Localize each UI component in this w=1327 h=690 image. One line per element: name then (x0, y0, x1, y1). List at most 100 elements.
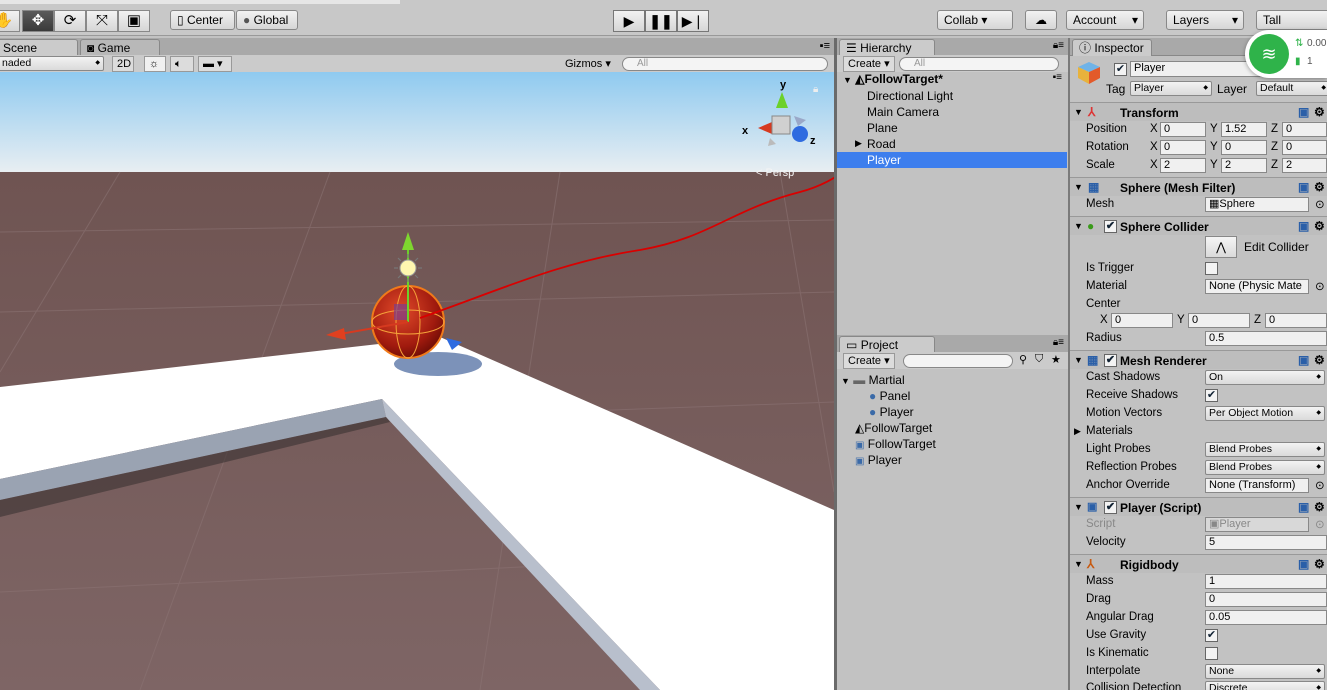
mesh-renderer-header[interactable]: ▼ ▦ ✔ Mesh Renderer ▣ ⚙ (1070, 350, 1327, 369)
cast-shadows-dropdown[interactable]: On (1205, 370, 1325, 385)
tag-dropdown[interactable]: Player (1130, 81, 1212, 96)
is-trigger-label: Is Trigger (1086, 262, 1134, 274)
favorite-icon[interactable]: ★ (1051, 353, 1061, 366)
radius-field[interactable]: 0.5 (1205, 331, 1327, 346)
object-picker-icon[interactable]: ⊙ (1315, 478, 1325, 492)
network-overlay[interactable]: ≋ ⇅ 0.00 ▮ 1 (1245, 30, 1327, 78)
motion-vectors-dropdown[interactable]: Per Object Motion (1205, 406, 1325, 421)
y-label: Y (1210, 123, 1218, 135)
layer-dropdown[interactable]: Default (1256, 81, 1327, 96)
transform-header[interactable]: ▼ ⅄ Transform ▣ ⚙ (1070, 102, 1327, 121)
hierarchy-item-player[interactable]: Player (867, 152, 901, 168)
anchor-override-field[interactable]: None (Transform) (1205, 478, 1309, 493)
tab-inspector[interactable]: ⓘ Inspector (1072, 39, 1152, 56)
light-probes-dropdown[interactable]: Blend Probes (1205, 442, 1325, 457)
use-gravity-checkbox[interactable]: ✔ (1205, 629, 1218, 642)
rotation-x-field[interactable]: 0 (1160, 140, 1206, 155)
object-picker-icon[interactable]: ⊙ (1315, 197, 1325, 211)
rotation-z-field[interactable]: 0 (1282, 140, 1327, 155)
project-menu-icon[interactable]: 🔒︎≡ (1053, 337, 1064, 348)
value-text: 5 (1209, 536, 1216, 548)
project-item-player-material[interactable]: ● Player (869, 405, 914, 421)
receive-shadows-checkbox[interactable]: ✔ (1205, 389, 1218, 402)
mesh-field[interactable]: ▦Sphere (1205, 197, 1309, 212)
project-tabbar: ▭ Project 🔒︎≡ (837, 335, 1068, 353)
gear-icon[interactable]: ⚙ (1314, 500, 1325, 514)
center-x-field[interactable]: 0 (1111, 313, 1173, 328)
position-z-field[interactable]: 0 (1282, 122, 1327, 137)
object-picker-icon[interactable]: ⊙ (1315, 279, 1325, 293)
active-checkbox[interactable]: ✔ (1114, 63, 1127, 76)
velocity-field[interactable]: 5 (1205, 535, 1327, 550)
gear-icon[interactable]: ⚙ (1314, 105, 1325, 119)
project-item-followtarget-scene[interactable]: ◭FollowTarget (855, 421, 932, 437)
unity-scene-icon: ◭ (855, 72, 865, 86)
hierarchy-item-main-camera[interactable]: Main Camera (867, 104, 939, 120)
position-x-field[interactable]: 0 (1160, 122, 1206, 137)
help-icon[interactable]: ▣ (1298, 500, 1309, 514)
csharp-script-icon: ▣ (1087, 501, 1098, 513)
help-icon[interactable]: ▣ (1298, 219, 1309, 233)
help-icon[interactable]: ▣ (1298, 180, 1309, 194)
position-y-field[interactable]: 1.52 (1221, 122, 1267, 137)
expand-arrow-icon[interactable]: ▶ (855, 138, 862, 149)
collider-enabled-checkbox[interactable]: ✔ (1104, 220, 1117, 233)
center-z-field[interactable]: 0 (1265, 313, 1327, 328)
is-kinematic-checkbox[interactable] (1205, 647, 1218, 660)
is-trigger-checkbox[interactable] (1205, 262, 1218, 275)
script-enabled-checkbox[interactable]: ✔ (1104, 501, 1117, 514)
hierarchy-item-plane[interactable]: Plane (867, 120, 898, 136)
edit-collider-button[interactable]: ⋀ (1205, 236, 1237, 258)
scale-z-field[interactable]: 2 (1282, 158, 1327, 173)
materials-row[interactable]: ▶ Materials (1070, 423, 1327, 441)
gear-icon[interactable]: ⚙ (1314, 180, 1325, 194)
folder-icon: ▭ (846, 338, 858, 352)
interpolate-dropdown[interactable]: None (1205, 664, 1325, 679)
hierarchy-menu-icon[interactable]: 🔒︎≡ (1053, 40, 1064, 51)
project-item-panel[interactable]: ● Panel (869, 389, 910, 405)
project-create-dropdown[interactable]: Create ▾ (843, 353, 895, 369)
help-icon[interactable]: ▣ (1298, 105, 1309, 119)
project-item-followtarget-script[interactable]: ▣ FollowTarget (855, 437, 936, 453)
physic-material-field[interactable]: None (Physic Mate (1205, 279, 1309, 294)
scene-root[interactable]: ▼ ◭FollowTarget* (843, 72, 943, 88)
value-text: 2 (1164, 159, 1171, 171)
drag-field[interactable]: 0 (1205, 592, 1327, 607)
mass-row: Mass 1 (1070, 573, 1327, 591)
script-field: ▣Player (1205, 517, 1309, 532)
reflection-probes-dropdown[interactable]: Blend Probes (1205, 460, 1325, 475)
scene-menu-icon[interactable]: ▪≡ (1053, 72, 1062, 83)
mass-field[interactable]: 1 (1205, 574, 1327, 589)
rotation-y-field[interactable]: 0 (1221, 140, 1267, 155)
scale-y-field[interactable]: 2 (1221, 158, 1267, 173)
filter-type-icon[interactable]: ⚲ (1019, 353, 1027, 366)
hierarchy-item-road[interactable]: Road (867, 136, 896, 152)
renderer-enabled-checkbox[interactable]: ✔ (1104, 354, 1117, 367)
filter-label-icon[interactable]: ⛉ (1035, 353, 1043, 366)
hierarchy-search-input[interactable]: All (899, 57, 1059, 71)
project-search-input[interactable] (903, 354, 1013, 368)
project-item-player-script[interactable]: ▣ Player (855, 453, 902, 469)
player-script-header[interactable]: ▼ ▣ ✔ Player (Script) ▣ ⚙ (1070, 497, 1327, 516)
gear-icon[interactable]: ⚙ (1314, 353, 1325, 367)
mesh-filter-header[interactable]: ▼ ▦ Sphere (Mesh Filter) ▣ ⚙ (1070, 177, 1327, 196)
scale-row: Scale X 2 Y 2 Z 2 (1070, 157, 1327, 175)
help-icon[interactable]: ▣ (1298, 353, 1309, 367)
help-icon[interactable]: ▣ (1298, 557, 1309, 571)
scale-x-field[interactable]: 2 (1160, 158, 1206, 173)
drag-label: Drag (1086, 593, 1111, 605)
gear-icon[interactable]: ⚙ (1314, 219, 1325, 233)
mesh-row: Mesh ▦Sphere ⊙ (1070, 196, 1327, 214)
tab-project[interactable]: ▭ Project (839, 336, 935, 353)
gear-icon[interactable]: ⚙ (1314, 557, 1325, 571)
center-y-field[interactable]: 0 (1188, 313, 1250, 328)
value-text: 1.52 (1225, 123, 1247, 135)
collision-detection-dropdown[interactable]: Discrete (1205, 681, 1325, 690)
sphere-collider-header[interactable]: ▼ ● ✔ Sphere Collider ▣ ⚙ (1070, 216, 1327, 235)
hierarchy-item-directional-light[interactable]: Directional Light (867, 88, 953, 104)
hierarchy-create-dropdown[interactable]: Create ▾ (843, 56, 895, 72)
angular-drag-field[interactable]: 0.05 (1205, 610, 1327, 625)
rigidbody-header[interactable]: ▼ ⅄ Rigidbody ▣ ⚙ (1070, 554, 1327, 573)
tab-hierarchy[interactable]: ☰ Hierarchy (839, 39, 935, 56)
project-item-martial[interactable]: ▼ ▬ Martial (841, 373, 905, 389)
